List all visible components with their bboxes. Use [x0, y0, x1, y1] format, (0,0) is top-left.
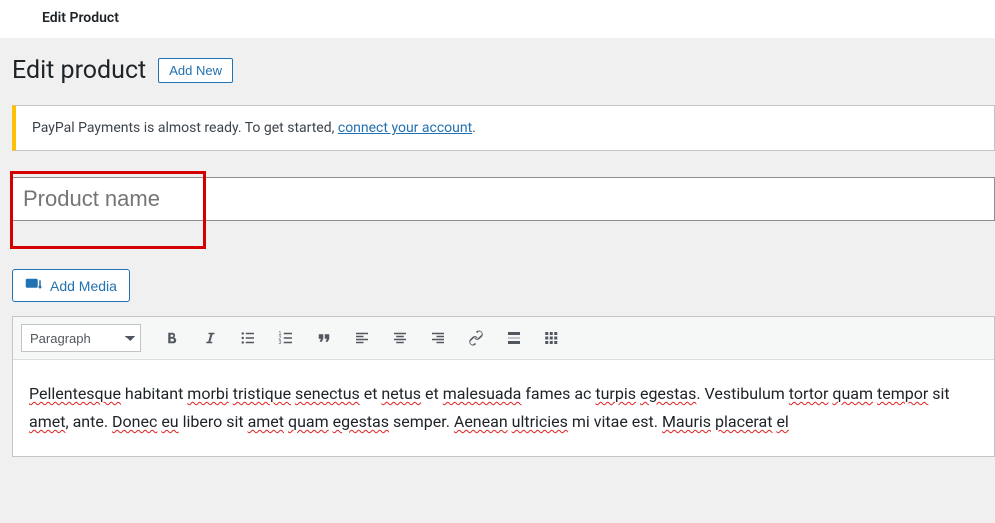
- toolbar-toggle-button[interactable]: [535, 323, 569, 353]
- bullet-list-button[interactable]: [231, 323, 265, 353]
- paypal-notice: PayPal Payments is almost ready. To get …: [12, 105, 995, 151]
- add-new-button[interactable]: Add New: [158, 58, 233, 83]
- editor-panel: Paragraph 123: [12, 316, 995, 457]
- align-center-button[interactable]: [383, 323, 417, 353]
- notice-text-after: .: [472, 120, 476, 136]
- blockquote-button[interactable]: [307, 323, 341, 353]
- align-right-button[interactable]: [421, 323, 455, 353]
- notice-text: PayPal Payments is almost ready. To get …: [32, 120, 338, 136]
- numbered-list-button[interactable]: 123: [269, 323, 303, 353]
- svg-text:3: 3: [279, 340, 282, 346]
- editor-toolbar: Paragraph 123: [13, 317, 994, 360]
- add-media-button[interactable]: Add Media: [12, 269, 130, 302]
- product-name-input[interactable]: [10, 177, 995, 221]
- bold-button[interactable]: [155, 323, 189, 353]
- connect-account-link[interactable]: connect your account: [338, 120, 472, 136]
- page-heading-row: Edit product Add New: [12, 38, 995, 105]
- add-media-label: Add Media: [50, 278, 117, 294]
- insert-more-button[interactable]: [497, 323, 531, 353]
- italic-button[interactable]: [193, 323, 227, 353]
- page-title: Edit product: [12, 56, 146, 85]
- breadcrumb: Edit Product: [0, 0, 995, 38]
- editor-content[interactable]: Pellentesque habitant morbi tristique se…: [13, 360, 994, 456]
- link-button[interactable]: [459, 323, 493, 353]
- align-left-button[interactable]: [345, 323, 379, 353]
- title-input-wrap: [10, 171, 995, 249]
- format-select[interactable]: Paragraph: [21, 324, 141, 352]
- camera-music-icon: [25, 276, 43, 295]
